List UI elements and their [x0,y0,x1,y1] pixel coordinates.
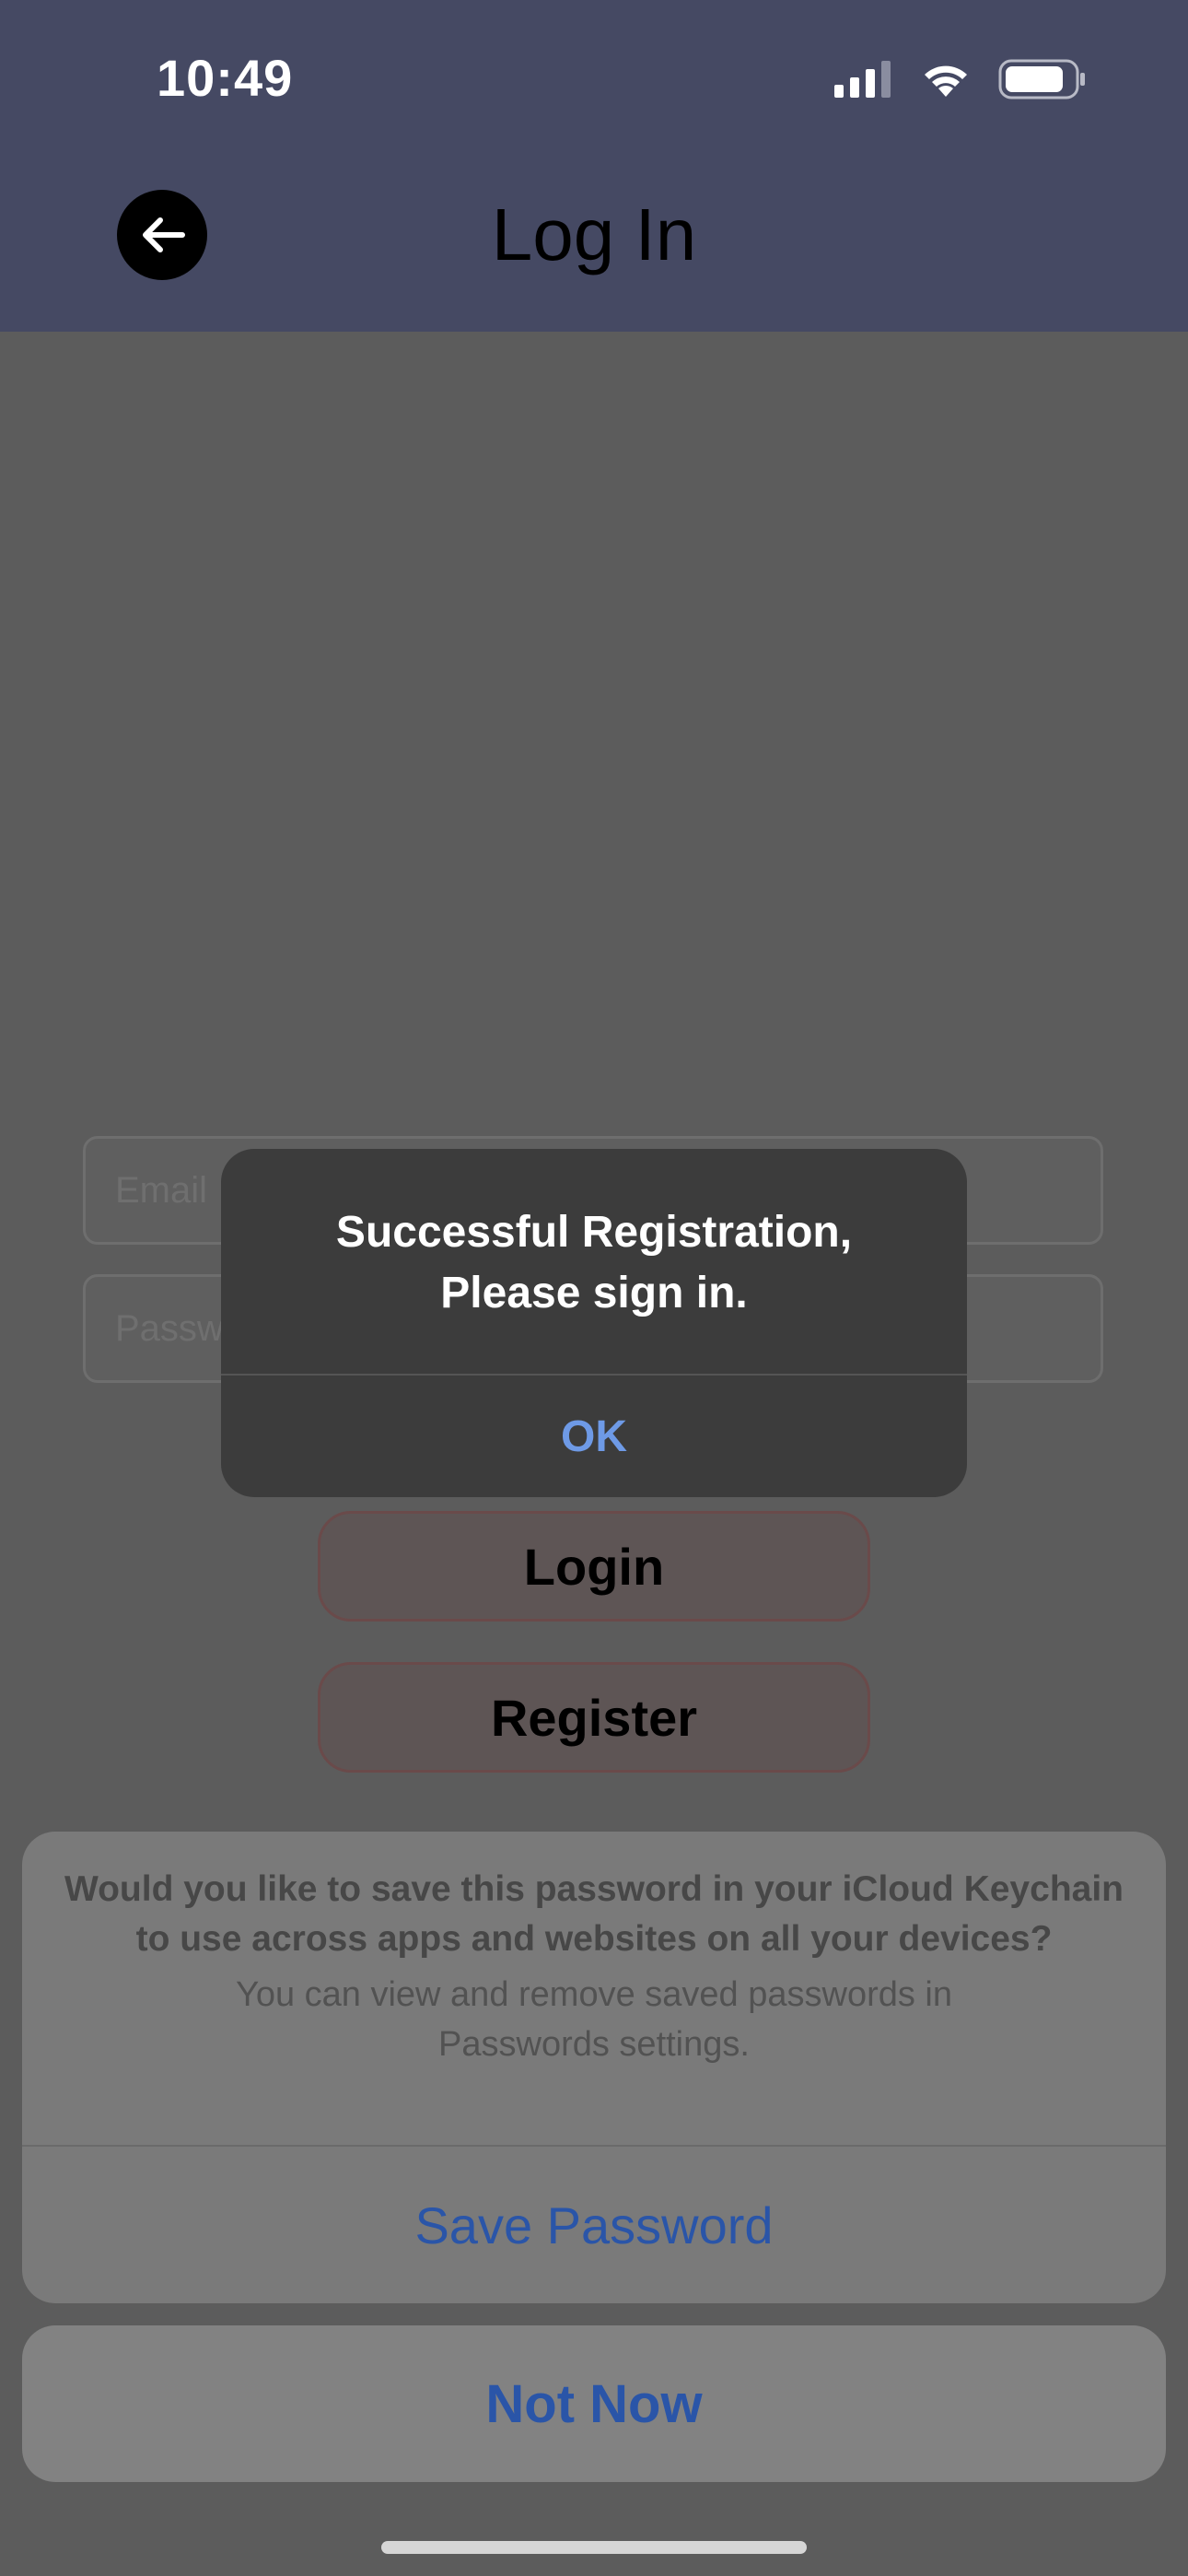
app-screen: 10:49 Log In Email Password Login Regist… [0,0,1188,2576]
status-time: 10:49 [157,49,294,107]
alert-message: Successful Registration, Please sign in. [335,1208,853,1317]
registration-alert: Successful Registration, Please sign in.… [221,1149,967,1497]
battery-icon [998,59,1085,100]
save-password-sheet: Would you like to save this password in … [22,1832,1166,2303]
sheet-title: Would you like to save this password in … [64,1869,1124,1959]
save-password-button[interactable]: Save Password [22,2147,1166,2303]
sheet-subtitle: You can view and remove saved passwords … [235,1975,953,2064]
login-button[interactable]: Login [318,1511,870,1622]
cellular-signal-icon [834,61,891,98]
alert-ok-button[interactable]: OK [221,1376,967,1497]
status-icons [834,57,1087,101]
wifi-icon [925,65,967,97]
header: 10:49 Log In [0,0,1188,332]
home-indicator[interactable] [381,2541,807,2554]
register-button[interactable]: Register [318,1662,870,1773]
page-title: Log In [491,193,697,275]
not-now-button[interactable]: Not Now [22,2325,1166,2482]
